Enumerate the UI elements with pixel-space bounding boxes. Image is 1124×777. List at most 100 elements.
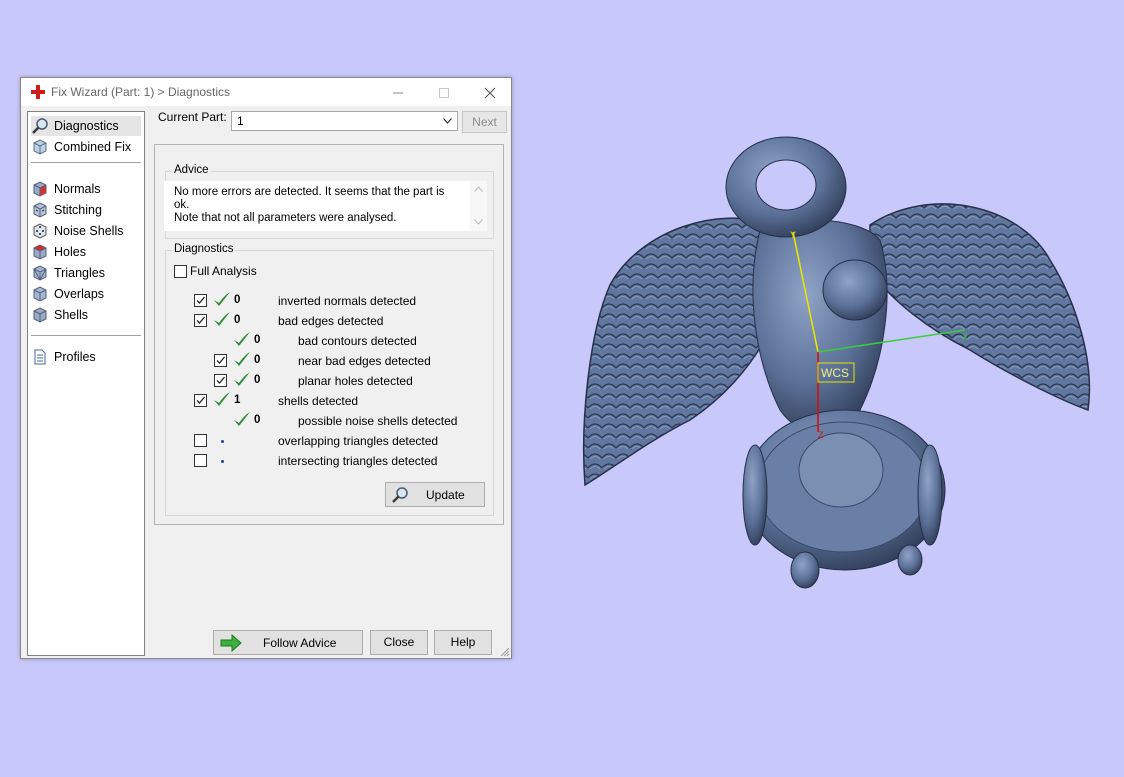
minimize-button[interactable] [375,78,421,106]
maximize-button[interactable] [421,78,467,106]
magnifier-icon [32,118,48,134]
nav-item-diagnostics[interactable]: Diagnostics [31,116,141,136]
inverted-normals-checkbox[interactable] [194,294,207,307]
green-check-icon [214,392,230,406]
close-icon [484,87,496,99]
nav-item-stitching[interactable]: Stitching [31,200,141,220]
minimize-icon [393,92,403,94]
advice-scrollbar[interactable] [470,181,487,231]
help-button[interactable]: Help [434,630,492,655]
inverted-normals-count: 0 [234,294,241,306]
nav-item-holes[interactable]: Holes [31,242,141,262]
cube-overlap-icon [33,286,47,302]
axis-y-label: Y [790,230,796,240]
nav-label: Combined Fix [54,140,132,154]
diagnostics-title: Diagnostics [172,243,236,255]
cube-stitch-icon [33,202,47,218]
update-label: Update [426,488,465,502]
green-check-icon [214,292,230,306]
nav-item-overlaps[interactable]: Overlaps [31,284,141,304]
bad-edges-count: 0 [234,314,241,326]
maximize-icon [439,88,449,98]
full-analysis-checkbox[interactable] [174,265,187,278]
bad-contours-count: 0 [254,334,261,346]
green-check-icon [234,352,250,366]
green-check-icon [234,332,250,346]
nav-label: Overlaps [54,287,105,301]
axis-z-label: Z [818,430,824,440]
planar-holes-label: planar holes detected [298,374,413,388]
advice-title: Advice [172,164,211,176]
pending-dot-icon [221,460,224,463]
near-bad-edges-label: near bad edges detected [298,354,431,368]
claw [897,544,923,576]
nav-label: Holes [54,245,86,259]
nav-item-normals[interactable]: Normals [31,179,141,199]
nav-label: Triangles [54,266,105,280]
resize-grip-icon[interactable] [500,647,510,657]
red-cross-icon [31,85,45,99]
document-icon [34,349,46,365]
claw [917,444,943,546]
green-check-icon [234,372,250,386]
full-analysis-label: Full Analysis [190,264,257,278]
intersecting-triangles-label: intersecting triangles detected [278,454,438,468]
intersecting-triangles-checkbox[interactable] [194,454,207,467]
nav-item-noise-shells[interactable]: Noise Shells [31,221,141,241]
inverted-normals-label: inverted normals detected [278,294,417,308]
nav-label: Normals [54,182,101,196]
bad-contours-label: bad contours detected [298,334,417,348]
nav-label: Profiles [54,350,96,364]
checkmark-icon [196,396,205,404]
nav-item-profiles[interactable]: Profiles [31,347,141,367]
green-arrow-icon [220,634,242,652]
next-button[interactable]: Next [462,111,507,133]
cube-shell-icon [33,307,47,323]
chevron-down-icon [443,118,452,124]
wizard-nav-panel: Diagnostics Combined Fix Normals Stitchi… [27,111,145,656]
near-bad-edges-checkbox[interactable] [214,354,227,367]
nav-label: Shells [54,308,89,322]
checkmark-icon [216,356,225,364]
follow-advice-button[interactable]: Follow Advice [213,630,363,655]
axis-x-label: X [962,332,968,342]
checkmark-icon [216,376,225,384]
update-button[interactable]: Update [385,482,485,507]
magnifier-icon [392,487,408,503]
eagle-body [752,219,888,433]
close-window-button[interactable] [467,78,513,106]
advice-line-1: No more errors are detected. It seems th… [174,186,445,211]
follow-advice-label: Follow Advice [263,636,337,650]
nav-separator [31,162,141,163]
scroll-up-icon [474,186,483,192]
checkmark-icon [196,296,205,304]
scroll-down-icon [474,219,483,225]
planar-holes-count: 0 [254,374,261,386]
title-bar[interactable]: Fix Wizard (Part: 1) > Diagnostics [21,78,511,106]
shells-checkbox[interactable] [194,394,207,407]
3d-viewport[interactable]: Y X Z WCS [560,120,1120,620]
nav-label: Stitching [54,203,102,217]
advice-textbox[interactable]: No more errors are detected. It seems th… [164,181,487,231]
noise-shells-label: possible noise shells detected [298,414,458,428]
nav-label: Noise Shells [54,224,124,238]
overlapping-triangles-checkbox[interactable] [194,434,207,447]
close-button[interactable]: Close [370,630,428,655]
current-part-select[interactable]: 1 [231,111,458,131]
nav-item-shells[interactable]: Shells [31,305,141,325]
nav-item-combined-fix[interactable]: Combined Fix [31,137,141,157]
nav-separator [31,335,141,336]
advice-text: No more errors are detected. It seems th… [174,186,459,225]
advice-line-2: Note that not all parameters were analys… [174,212,397,224]
near-bad-edges-count: 0 [254,354,261,366]
bad-edges-checkbox[interactable] [194,314,207,327]
pending-dot-icon [221,440,224,443]
cube-hole-icon [33,244,47,260]
nav-item-triangles[interactable]: Triangles [31,263,141,283]
cube-triangle-icon [33,265,47,281]
eagle-head [822,259,888,321]
shells-count: 1 [234,394,241,406]
planar-holes-checkbox[interactable] [214,374,227,387]
window-title: Fix Wizard (Part: 1) > Diagnostics [51,85,231,99]
bad-edges-label: bad edges detected [278,314,384,328]
